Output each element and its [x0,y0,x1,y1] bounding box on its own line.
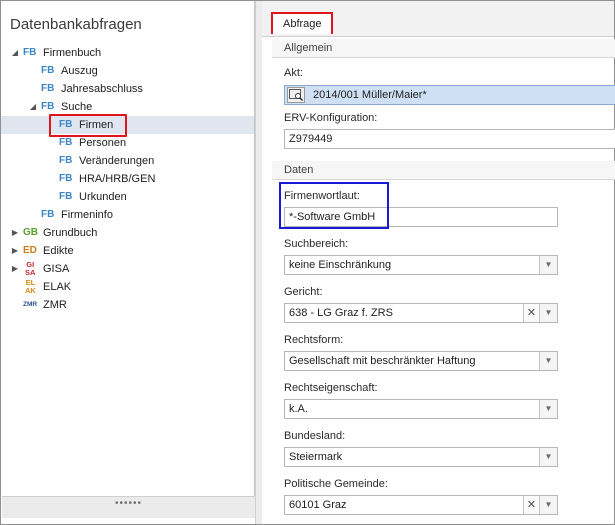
tree-item-firmeninfo[interactable]: FB Firmeninfo [1,206,254,224]
tab-bar: Abfrage [262,1,614,37]
chevron-down-icon[interactable]: ▼ [539,256,557,274]
erv-konfiguration-field[interactable]: Z979449 [284,129,615,149]
firmenbuch-icon: FB [41,101,55,112]
tree-item-firmen[interactable]: FB Firmen [1,116,254,134]
tree-item-firmenbuch[interactable]: ◢ FB Firmenbuch [1,44,254,62]
rechtseigenschaft-select[interactable]: k.A. ▼ [284,399,558,419]
panel-resize-grip[interactable]: •••••• [2,496,255,518]
tree-item-elak[interactable]: EL AK ELAK [1,278,254,296]
rechtseigenschaft-value: k.A. [289,403,308,415]
group-header-allgemein: Allgemein [272,39,615,58]
tree-item-label: HRA/HRB/GEN [79,173,156,185]
gericht-label: Gericht: [284,286,323,298]
edikte-icon: ED [23,245,37,256]
expand-arrow-icon[interactable]: ◢ [10,44,20,62]
panel-title: Datenbankabfragen [10,16,142,33]
tree-item-label: Firmeninfo [61,209,113,221]
tree-item-hra-hrb-gen[interactable]: FB HRA/HRB/GEN [1,170,254,188]
rechtsform-label: Rechtsform: [284,334,344,346]
politische-gemeinde-label: Politische Gemeinde: [284,478,388,490]
firmenbuch-icon: FB [23,47,37,58]
gericht-value: 638 - LG Graz f. ZRS [289,307,393,319]
chevron-down-icon[interactable]: ▼ [539,352,557,370]
tree-item-label: Edikte [43,245,74,257]
collapsed-arrow-icon[interactable]: ▶ [10,260,20,278]
firmenbuch-icon: FB [59,191,73,202]
rechtseigenschaft-label: Rechtseigenschaft: [284,382,378,394]
tree-item-label: ELAK [43,281,72,293]
collapsed-arrow-icon[interactable]: ▶ [10,242,20,260]
chevron-down-icon[interactable]: ▼ [539,448,557,466]
bundesland-label: Bundesland: [284,430,346,442]
group-header-daten: Daten [272,161,615,180]
tree-item-label: GISA [43,263,70,275]
firmenwortlaut-label: Firmenwortlaut: [284,190,360,202]
clear-icon[interactable]: ✕ [523,496,539,514]
gisa-icon: GI SA [25,260,36,277]
firmenbuch-icon: FB [41,209,55,220]
expand-arrow-icon[interactable]: ◢ [28,98,38,116]
query-navigation-panel: Datenbankabfragen ◢ FB Firmenbuch FB Aus… [1,1,255,518]
rechtsform-value: Gesellschaft mit beschränkter Haftung [289,355,476,367]
tree-item-gisa[interactable]: ▶ GI SA GISA [1,260,254,278]
tree-item-urkunden[interactable]: FB Urkunden [1,188,254,206]
tree-item-jahresabschluss[interactable]: FB Jahresabschluss [1,80,254,98]
tree-item-label: Personen [79,137,127,149]
tree-item-label: Auszug [61,65,98,77]
firmenbuch-icon: FB [59,119,73,130]
chevron-down-icon[interactable]: ▼ [539,400,557,418]
firmenbuch-icon: FB [59,137,73,148]
politische-gemeinde-value: 60101 Graz [289,499,347,511]
tree-item-label: Urkunden [79,191,127,203]
tree-item-label: Grundbuch [43,227,98,239]
suchbereich-label: Suchbereich: [284,238,349,250]
chevron-down-icon[interactable]: ▼ [539,304,557,322]
query-tree: ◢ FB Firmenbuch FB Auszug FB Jahresabsch… [1,44,254,314]
tree-item-label: ZMR [43,299,67,311]
lookup-icon[interactable] [287,87,305,103]
firmenwortlaut-input[interactable]: *-Software GmbH [284,207,558,227]
politische-gemeinde-select[interactable]: 60101 Graz ✕ ▼ [284,495,558,515]
elak-icon: EL AK [25,278,36,295]
tree-item-grundbuch[interactable]: ▶ GB Grundbuch [1,224,254,242]
akt-label: Akt: [284,67,303,79]
tree-item-label: Firmenbuch [43,47,102,59]
tree-item-suche[interactable]: ◢ FB Suche [1,98,254,116]
clear-icon[interactable]: ✕ [523,304,539,322]
tree-item-edikte[interactable]: ▶ ED Edikte [1,242,254,260]
suchbereich-value: keine Einschränkung [289,259,392,271]
splitter[interactable] [255,1,262,524]
tree-item-label: Firmen [79,119,114,131]
tree-item-veraenderungen[interactable]: FB Veränderungen [1,152,254,170]
zmr-icon: ZMR [23,301,38,308]
tab-abfrage[interactable]: Abfrage [271,12,333,34]
tree-item-label: Jahresabschluss [61,83,143,95]
tree-item-zmr[interactable]: ZMR ZMR [1,296,254,314]
tree-item-label: Veränderungen [79,155,155,167]
rechtsform-select[interactable]: Gesellschaft mit beschränkter Haftung ▼ [284,351,558,371]
collapsed-arrow-icon[interactable]: ▶ [10,224,20,242]
bundesland-select[interactable]: Steiermark ▼ [284,447,558,467]
bundesland-value: Steiermark [289,451,343,463]
query-form-panel: Abfrage Allgemein Akt: 2014/001 Müller/M… [262,1,615,524]
grundbuch-icon: GB [23,227,38,238]
akt-field[interactable]: 2014/001 Müller/Maier* [284,85,615,105]
chevron-down-icon[interactable]: ▼ [539,496,557,514]
tree-item-auszug[interactable]: FB Auszug [1,62,254,80]
firmenbuch-icon: FB [59,155,73,166]
akt-value: 2014/001 Müller/Maier* [313,89,427,101]
erv-konfiguration-label: ERV-Konfiguration: [284,112,378,124]
gericht-select[interactable]: 638 - LG Graz f. ZRS ✕ ▼ [284,303,558,323]
firmenbuch-icon: FB [59,173,73,184]
firmenbuch-icon: FB [41,83,55,94]
tree-item-personen[interactable]: FB Personen [1,134,254,152]
firmenbuch-icon: FB [41,65,55,76]
suchbereich-select[interactable]: keine Einschränkung ▼ [284,255,558,275]
tree-item-label: Suche [61,101,93,113]
